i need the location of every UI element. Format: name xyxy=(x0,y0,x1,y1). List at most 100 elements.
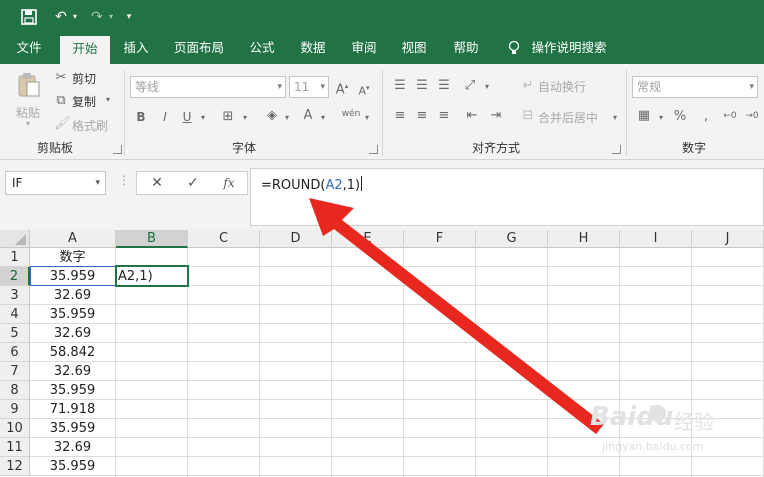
copy-icon[interactable]: ⧉ xyxy=(54,93,68,109)
align-top-icon[interactable]: ☰ xyxy=(392,78,408,94)
cell-a6[interactable]: 58.842 xyxy=(30,343,115,362)
redo-dropdown-icon[interactable]: ▾ xyxy=(106,7,116,27)
format-painter-icon[interactable]: 🖌 xyxy=(54,116,71,132)
redo-icon[interactable]: ↷ xyxy=(86,7,108,27)
row-header-7[interactable]: 7 xyxy=(0,362,30,381)
column-header-d[interactable]: D xyxy=(260,230,332,248)
column-header-a[interactable]: A xyxy=(30,230,116,248)
select-all-corner[interactable] xyxy=(0,230,30,248)
bold-button[interactable]: B xyxy=(134,109,148,125)
paste-icon[interactable] xyxy=(16,72,42,98)
italic-button[interactable]: I xyxy=(158,109,172,125)
row-header-6[interactable]: 6 xyxy=(0,343,30,362)
merge-dropdown-icon[interactable]: ▾ xyxy=(610,110,620,126)
comma-style-icon[interactable]: , xyxy=(698,109,714,125)
cell-a8[interactable]: 35.959 xyxy=(30,381,115,400)
column-header-e[interactable]: E xyxy=(332,230,404,248)
active-cell-b2[interactable]: A2,1) xyxy=(115,265,189,287)
currency-icon[interactable]: ▦ xyxy=(636,108,652,124)
decrease-decimal-icon[interactable]: →0 xyxy=(744,108,760,124)
insert-function-icon[interactable]: fx xyxy=(217,174,241,192)
cut-button[interactable]: 剪切 xyxy=(72,70,96,87)
tab-view[interactable]: 视图 xyxy=(394,34,434,64)
underline-button[interactable]: U xyxy=(180,109,194,125)
row-header-8[interactable]: 8 xyxy=(0,381,30,400)
row-header-3[interactable]: 3 xyxy=(0,286,30,305)
column-header-i[interactable]: I xyxy=(620,230,692,248)
name-box[interactable]: IF ▾ xyxy=(5,171,106,195)
merge-center-icon[interactable]: ⊟ xyxy=(520,108,536,124)
clipboard-launcher-icon[interactable] xyxy=(113,145,122,154)
row-header-11[interactable]: 11 xyxy=(0,438,30,457)
customize-qat-icon[interactable]: ▾ xyxy=(122,7,136,27)
align-bottom-icon[interactable]: ☰ xyxy=(436,78,452,94)
tab-page-layout[interactable]: 页面布局 xyxy=(166,34,232,64)
font-color-icon[interactable]: A xyxy=(300,108,316,124)
fill-dropdown-icon[interactable]: ▾ xyxy=(282,110,292,126)
tab-insert[interactable]: 插入 xyxy=(116,34,156,64)
currency-dropdown-icon[interactable]: ▾ xyxy=(656,110,666,126)
phonetic-guide-button[interactable]: wén xyxy=(340,106,362,122)
cell-a5[interactable]: 32.69 xyxy=(30,324,115,343)
font-launcher-icon[interactable] xyxy=(369,145,378,154)
cell-a9[interactable]: 71.918 xyxy=(30,400,115,419)
copy-dropdown-icon[interactable]: ▾ xyxy=(106,95,110,104)
tab-file[interactable]: 文件 xyxy=(8,34,50,64)
wrap-text-icon[interactable]: ↵ xyxy=(520,78,536,94)
font-color-dropdown-icon[interactable]: ▾ xyxy=(318,110,328,126)
enter-icon[interactable]: ✓ xyxy=(181,174,205,192)
cell-a10[interactable]: 35.959 xyxy=(30,419,115,438)
decrease-font-icon[interactable]: A▾ xyxy=(356,80,372,100)
column-header-h[interactable]: H xyxy=(548,230,620,248)
phonetic-dropdown-icon[interactable]: ▾ xyxy=(362,110,372,126)
row-header-10[interactable]: 10 xyxy=(0,419,30,438)
tab-data[interactable]: 数据 xyxy=(292,34,334,64)
paste-dropdown-icon[interactable]: ▾ xyxy=(26,119,30,128)
align-center-icon[interactable]: ≡ xyxy=(414,108,430,124)
tab-home[interactable]: 开始 xyxy=(60,36,110,64)
increase-decimal-icon[interactable]: ←0 xyxy=(722,108,738,124)
cell-a2[interactable]: 35.959 xyxy=(30,267,115,286)
column-header-f[interactable]: F xyxy=(404,230,476,248)
undo-dropdown-icon[interactable]: ▾ xyxy=(70,7,80,27)
row-header-4[interactable]: 4 xyxy=(0,305,30,324)
formula-bar-grip-icon[interactable]: ⋮ xyxy=(118,173,130,187)
font-name-select[interactable]: 等线 ▾ xyxy=(130,76,286,98)
underline-dropdown-icon[interactable]: ▾ xyxy=(198,110,208,126)
align-right-icon[interactable]: ≡ xyxy=(436,108,452,124)
row-header-12[interactable]: 12 xyxy=(0,457,30,476)
decrease-indent-icon[interactable]: ⇤ xyxy=(464,108,480,124)
tell-me-search[interactable]: 操作说明搜索 xyxy=(528,34,610,64)
tab-review[interactable]: 审阅 xyxy=(344,34,384,64)
orientation-icon[interactable]: ⤢ xyxy=(462,78,478,94)
align-middle-icon[interactable]: ☰ xyxy=(414,78,430,94)
font-size-select[interactable]: 11 ▾ xyxy=(289,76,329,98)
fill-color-icon[interactable]: ◈ xyxy=(264,108,280,124)
cell-a1[interactable]: 数字 xyxy=(30,248,115,267)
formula-input[interactable]: =ROUND(A2,1) xyxy=(250,168,764,226)
align-left-icon[interactable]: ≡ xyxy=(392,108,408,124)
orientation-dropdown-icon[interactable]: ▾ xyxy=(482,79,492,95)
cut-icon[interactable]: ✂ xyxy=(54,70,68,86)
column-header-c[interactable]: C xyxy=(188,230,260,248)
row-header-9[interactable]: 9 xyxy=(0,400,30,419)
border-icon[interactable]: ⊞ xyxy=(220,109,236,125)
cell-a12[interactable]: 35.959 xyxy=(30,457,115,476)
percent-button[interactable]: % xyxy=(672,109,688,125)
border-dropdown-icon[interactable]: ▾ xyxy=(240,110,250,126)
column-header-g[interactable]: G xyxy=(476,230,548,248)
undo-icon[interactable]: ↶ xyxy=(50,7,72,27)
row-header-2[interactable]: 2 xyxy=(0,267,30,286)
row-header-5[interactable]: 5 xyxy=(0,324,30,343)
format-painter-button[interactable]: 格式刷 xyxy=(72,117,108,134)
cell-a3[interactable]: 32.69 xyxy=(30,286,115,305)
tab-formulas[interactable]: 公式 xyxy=(242,34,282,64)
cell-a4[interactable]: 35.959 xyxy=(30,305,115,324)
cell-a11[interactable]: 32.69 xyxy=(30,438,115,457)
save-icon[interactable] xyxy=(18,7,40,27)
alignment-launcher-icon[interactable] xyxy=(612,145,621,154)
column-header-b[interactable]: B xyxy=(116,230,188,248)
copy-button[interactable]: 复制 xyxy=(72,93,96,110)
wrap-text-button[interactable]: 自动换行 xyxy=(538,78,586,95)
number-format-select[interactable]: 常规 ▾ xyxy=(632,76,758,98)
